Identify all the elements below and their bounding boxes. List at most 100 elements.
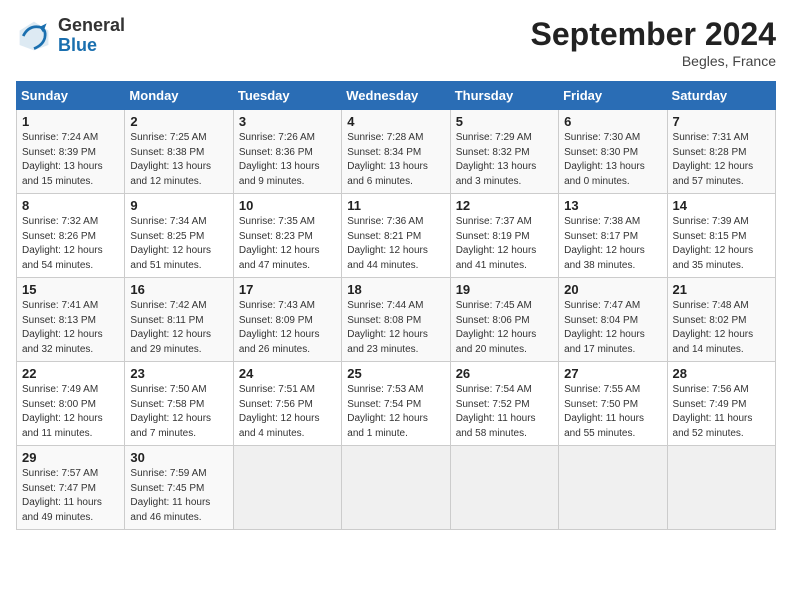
calendar-cell: 24 Sunrise: 7:51 AMSunset: 7:56 PMDayligh… [233, 362, 341, 446]
day-detail: Sunrise: 7:59 AMSunset: 7:45 PMDaylight:… [130, 467, 227, 525]
day-detail: Sunrise: 7:50 AMSunset: 7:58 PMDaylight:… [130, 383, 227, 441]
day-detail: Sunrise: 7:55 AMSunset: 7:50 PMDaylight:… [564, 383, 661, 441]
calendar-cell: 22Sunrise: 7:49 AMSunset: 8:00 PMDayligh… [17, 362, 125, 446]
calendar-cell: 15 Sunrise: 7:41 AMSunset: 8:13 PMDayligh… [17, 278, 125, 362]
day-number: 13 [564, 198, 661, 213]
day-of-week-saturday: Saturday [667, 82, 775, 110]
day-number: 15 [22, 282, 119, 297]
day-number: 2 [130, 114, 227, 129]
calendar-cell [233, 446, 341, 530]
logo-text: General Blue [58, 16, 125, 56]
day-detail: Sunrise: 7:54 AMSunset: 7:52 PMDaylight:… [456, 383, 553, 441]
calendar-cell: 26Sunrise: 7:54 AMSunset: 7:52 PMDayligh… [450, 362, 558, 446]
day-detail: Sunrise: 7:24 AMSunset: 8:39 PMDaylight:… [22, 131, 119, 189]
page-header: General Blue September 2024 Begles, Fran… [16, 16, 776, 69]
calendar-cell: 12 Sunrise: 7:37 AMSunset: 8:19 PMDayligh… [450, 194, 558, 278]
calendar-cell: 13 Sunrise: 7:38 AMSunset: 8:17 PMDayligh… [559, 194, 667, 278]
day-number: 10 [239, 198, 336, 213]
week-row-3: 15 Sunrise: 7:41 AMSunset: 8:13 PMDayligh… [17, 278, 776, 362]
day-number: 29 [22, 450, 119, 465]
calendar-cell: 28Sunrise: 7:56 AMSunset: 7:49 PMDayligh… [667, 362, 775, 446]
day-detail: Sunrise: 7:35 AMSunset: 8:23 PMDaylight:… [239, 215, 336, 273]
calendar-cell: 17 Sunrise: 7:43 AMSunset: 8:09 PMDayligh… [233, 278, 341, 362]
day-number: 7 [673, 114, 770, 129]
day-number: 16 [130, 282, 227, 297]
day-detail: Sunrise: 7:38 AMSunset: 8:17 PMDaylight:… [564, 215, 661, 273]
calendar-cell: 6 Sunrise: 7:30 AMSunset: 8:30 PMDaylight… [559, 110, 667, 194]
day-header-row: SundayMondayTuesdayWednesdayThursdayFrid… [17, 82, 776, 110]
day-detail: Sunrise: 7:51 AMSunset: 7:56 PMDaylight:… [239, 383, 336, 441]
calendar-cell: 16 Sunrise: 7:42 AMSunset: 8:11 PMDayligh… [125, 278, 233, 362]
week-row-2: 8 Sunrise: 7:32 AMSunset: 8:26 PMDaylight… [17, 194, 776, 278]
calendar-cell [450, 446, 558, 530]
calendar-cell: 27 Sunrise: 7:55 AMSunset: 7:50 PMDayligh… [559, 362, 667, 446]
day-number: 24 [239, 366, 336, 381]
calendar-cell: 8 Sunrise: 7:32 AMSunset: 8:26 PMDaylight… [17, 194, 125, 278]
calendar-cell: 11 Sunrise: 7:36 AMSunset: 8:21 PMDayligh… [342, 194, 450, 278]
day-number: 8 [22, 198, 119, 213]
title-area: September 2024 Begles, France [531, 16, 776, 69]
day-number: 25 [347, 366, 444, 381]
day-detail: Sunrise: 7:26 AMSunset: 8:36 PMDaylight:… [239, 131, 336, 189]
calendar-cell: 19 Sunrise: 7:45 AMSunset: 8:06 PMDayligh… [450, 278, 558, 362]
day-number: 30 [130, 450, 227, 465]
day-of-week-tuesday: Tuesday [233, 82, 341, 110]
calendar-cell [342, 446, 450, 530]
day-detail: Sunrise: 7:47 AMSunset: 8:04 PMDaylight:… [564, 299, 661, 357]
calendar-cell [559, 446, 667, 530]
calendar-cell: 4Sunrise: 7:28 AMSunset: 8:34 PMDaylight… [342, 110, 450, 194]
day-detail: Sunrise: 7:37 AMSunset: 8:19 PMDaylight:… [456, 215, 553, 273]
day-number: 20 [564, 282, 661, 297]
day-detail: Sunrise: 7:34 AMSunset: 8:25 PMDaylight:… [130, 215, 227, 273]
day-detail: Sunrise: 7:31 AMSunset: 8:28 PMDaylight:… [673, 131, 770, 189]
day-number: 19 [456, 282, 553, 297]
calendar-cell: 9 Sunrise: 7:34 AMSunset: 8:25 PMDaylight… [125, 194, 233, 278]
week-row-4: 22Sunrise: 7:49 AMSunset: 8:00 PMDayligh… [17, 362, 776, 446]
day-detail: Sunrise: 7:43 AMSunset: 8:09 PMDaylight:… [239, 299, 336, 357]
calendar-body: 1 Sunrise: 7:24 AMSunset: 8:39 PMDaylight… [17, 110, 776, 530]
day-detail: Sunrise: 7:39 AMSunset: 8:15 PMDaylight:… [673, 215, 770, 273]
day-detail: Sunrise: 7:53 AMSunset: 7:54 PMDaylight:… [347, 383, 444, 441]
day-detail: Sunrise: 7:42 AMSunset: 8:11 PMDaylight:… [130, 299, 227, 357]
day-number: 9 [130, 198, 227, 213]
calendar-cell: 10 Sunrise: 7:35 AMSunset: 8:23 PMDayligh… [233, 194, 341, 278]
day-number: 5 [456, 114, 553, 129]
calendar-cell: 1 Sunrise: 7:24 AMSunset: 8:39 PMDaylight… [17, 110, 125, 194]
day-number: 18 [347, 282, 444, 297]
calendar-cell: 29 Sunrise: 7:57 AMSunset: 7:47 PMDayligh… [17, 446, 125, 530]
day-detail: Sunrise: 7:44 AMSunset: 8:08 PMDaylight:… [347, 299, 444, 357]
day-detail: Sunrise: 7:32 AMSunset: 8:26 PMDaylight:… [22, 215, 119, 273]
month-title: September 2024 [531, 16, 776, 53]
calendar-header: SundayMondayTuesdayWednesdayThursdayFrid… [17, 82, 776, 110]
week-row-5: 29 Sunrise: 7:57 AMSunset: 7:47 PMDayligh… [17, 446, 776, 530]
day-detail: Sunrise: 7:41 AMSunset: 8:13 PMDaylight:… [22, 299, 119, 357]
day-of-week-thursday: Thursday [450, 82, 558, 110]
calendar-cell: 20 Sunrise: 7:47 AMSunset: 8:04 PMDayligh… [559, 278, 667, 362]
day-number: 6 [564, 114, 661, 129]
calendar-cell: 18 Sunrise: 7:44 AMSunset: 8:08 PMDayligh… [342, 278, 450, 362]
day-detail: Sunrise: 7:49 AMSunset: 8:00 PMDaylight:… [22, 383, 119, 441]
day-number: 17 [239, 282, 336, 297]
day-number: 3 [239, 114, 336, 129]
day-number: 21 [673, 282, 770, 297]
calendar-cell: 7 Sunrise: 7:31 AMSunset: 8:28 PMDaylight… [667, 110, 775, 194]
day-detail: Sunrise: 7:30 AMSunset: 8:30 PMDaylight:… [564, 131, 661, 189]
calendar-cell: 3 Sunrise: 7:26 AMSunset: 8:36 PMDaylight… [233, 110, 341, 194]
day-detail: Sunrise: 7:45 AMSunset: 8:06 PMDaylight:… [456, 299, 553, 357]
day-number: 27 [564, 366, 661, 381]
day-number: 12 [456, 198, 553, 213]
day-detail: Sunrise: 7:29 AMSunset: 8:32 PMDaylight:… [456, 131, 553, 189]
logo-icon [16, 18, 52, 54]
calendar-cell [667, 446, 775, 530]
week-row-1: 1 Sunrise: 7:24 AMSunset: 8:39 PMDaylight… [17, 110, 776, 194]
day-detail: Sunrise: 7:57 AMSunset: 7:47 PMDaylight:… [22, 467, 119, 525]
calendar-cell: 23Sunrise: 7:50 AMSunset: 7:58 PMDayligh… [125, 362, 233, 446]
location-subtitle: Begles, France [531, 53, 776, 69]
day-detail: Sunrise: 7:36 AMSunset: 8:21 PMDaylight:… [347, 215, 444, 273]
day-number: 11 [347, 198, 444, 213]
calendar-cell: 25 Sunrise: 7:53 AMSunset: 7:54 PMDayligh… [342, 362, 450, 446]
calendar-table: SundayMondayTuesdayWednesdayThursdayFrid… [16, 81, 776, 530]
calendar-cell: 2Sunrise: 7:25 AMSunset: 8:38 PMDaylight… [125, 110, 233, 194]
calendar-cell: 5 Sunrise: 7:29 AMSunset: 8:32 PMDaylight… [450, 110, 558, 194]
day-number: 1 [22, 114, 119, 129]
